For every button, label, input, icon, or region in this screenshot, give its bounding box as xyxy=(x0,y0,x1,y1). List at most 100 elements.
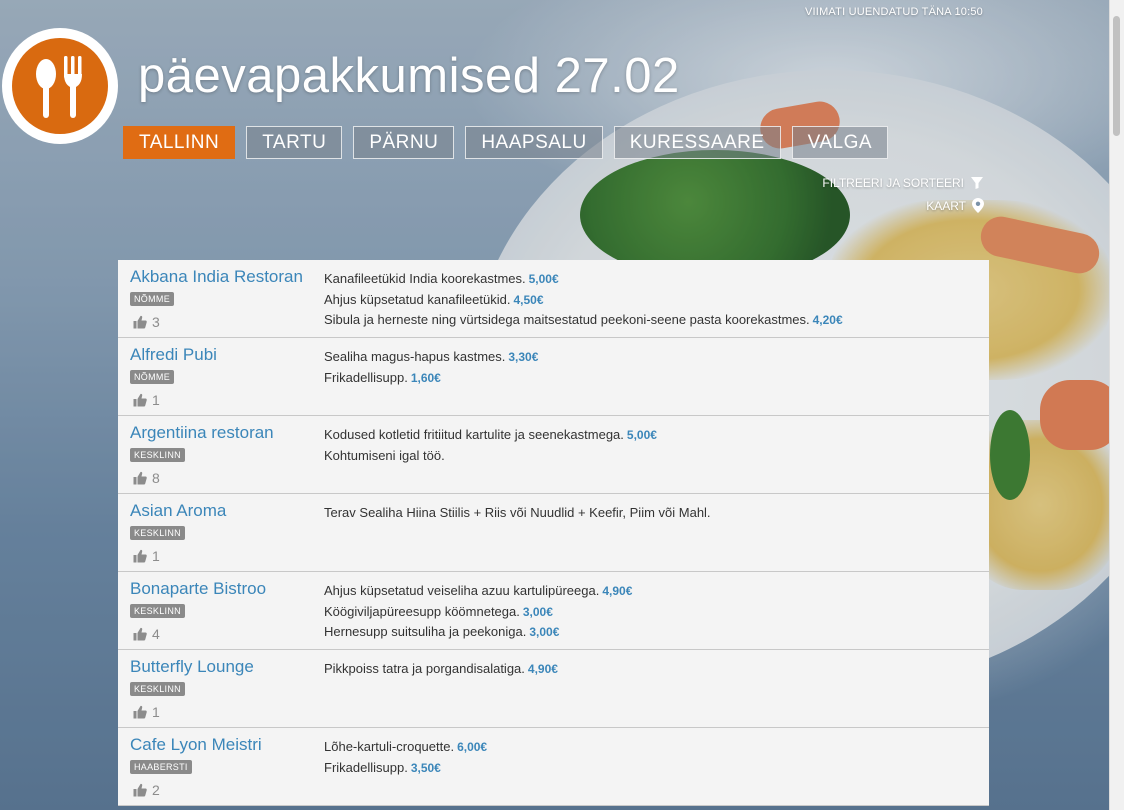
dish-list: Ahjus küpsetatud veiseliha azuu kartulip… xyxy=(324,581,632,643)
dish-price: 6,00€ xyxy=(457,740,488,754)
restaurant-list: Akbana India Restoran NÕMME 3 Kanafileet… xyxy=(118,260,989,806)
dish-text: Sealiha magus-hapus kastmes. xyxy=(324,349,506,364)
like-button[interactable]: 8 xyxy=(133,470,160,486)
restaurant-row: Akbana India Restoran NÕMME 3 Kanafileet… xyxy=(118,260,989,338)
restaurant-name[interactable]: Alfredi Pubi xyxy=(130,345,217,365)
dish-text: Ahjus küpsetatud kanafileetükid. xyxy=(324,291,511,307)
district-badge: KESKLINN xyxy=(130,448,185,462)
restaurant-row: Cafe Lyon Meistri HAABERSTI 2 Lõhe-kartu… xyxy=(118,728,989,806)
district-badge: KESKLINN xyxy=(130,604,185,618)
logo[interactable] xyxy=(2,28,118,144)
like-button[interactable]: 1 xyxy=(133,392,160,408)
restaurant-row: Argentiina restoran KESKLINN 8 Kodused k… xyxy=(118,416,989,494)
dish-list: Terav Sealiha Hiina Stiilis + Riis või N… xyxy=(324,503,711,523)
dish-item: Ahjus küpsetatud veiseliha azuu kartulip… xyxy=(324,581,632,602)
dish-item: Hernesupp suitsuliha ja peekoniga. 3,00€ xyxy=(324,622,632,643)
restaurant-name[interactable]: Cafe Lyon Meistri xyxy=(130,735,262,755)
dish-item: Köögiviljapüreesupp köömnetega. 3,00€ xyxy=(324,602,632,623)
dish-item: Sibula ja herneste ning vürtsidega maits… xyxy=(324,310,843,331)
dish-price: 4,90€ xyxy=(602,584,633,598)
dish-price: 1,60€ xyxy=(410,370,441,385)
dish-item: Kohtumiseni igal töö. xyxy=(324,446,657,466)
dish-text: Kanafileetükid India koorekastmes. xyxy=(324,271,526,286)
restaurant-name[interactable]: Argentiina restoran xyxy=(130,423,274,443)
dish-price: 5,00€ xyxy=(626,428,657,442)
dish-item: Frikadellisupp. 1,60€ xyxy=(324,368,538,389)
dish-text: Kohtumiseni igal töö. xyxy=(324,447,445,463)
like-count: 1 xyxy=(152,548,160,564)
restaurant-row: Asian Aroma KESKLINN 1 Terav Sealiha Hii… xyxy=(118,494,989,572)
thumbs-up-icon xyxy=(133,315,147,329)
dish-price: 4,90€ xyxy=(527,662,558,676)
dish-item: Sealiha magus-hapus kastmes. 3,30€ xyxy=(324,347,538,368)
dish-list: Lõhe-kartuli-croquette. 6,00€ Frikadellisu… xyxy=(324,737,487,778)
dish-text: Ahjus küpsetatud veiseliha azuu kartulip… xyxy=(324,583,600,598)
dish-list: Kodused kotletid fritiitud kartulite ja … xyxy=(324,425,657,465)
district-badge: KESKLINN xyxy=(130,526,185,540)
dish-text: Hernesupp suitsuliha ja peekoniga. xyxy=(324,624,527,639)
restaurant-name[interactable]: Asian Aroma xyxy=(130,501,226,521)
filter-sort-label: FILTREERI JA SORTEERI xyxy=(822,176,964,190)
like-button[interactable]: 1 xyxy=(133,704,160,720)
last-updated-text: VIIMATI UUENDATUD TÄNA 10:50 xyxy=(805,6,983,18)
map-pin-icon xyxy=(972,198,984,213)
like-count: 8 xyxy=(152,470,160,486)
dish-text: Lõhe-kartuli-croquette. xyxy=(324,739,455,754)
dish-text: Sibula ja herneste ning vürtsidega maits… xyxy=(324,312,810,327)
dish-item: Kodused kotletid fritiitud kartulite ja … xyxy=(324,425,657,446)
city-tab-parnu[interactable]: PÄRNU xyxy=(353,126,455,159)
dish-text: Terav Sealiha Hiina Stiilis + Riis või N… xyxy=(324,505,711,520)
restaurant-row: Butterfly Lounge KESKLINN 1 Pikkpoiss ta… xyxy=(118,650,989,728)
map-label: KAART xyxy=(926,198,966,213)
city-tab-kuressaare[interactable]: KURESSAARE xyxy=(613,126,781,159)
dish-text: Frikadellisupp. xyxy=(324,369,408,385)
dish-price: 5,00€ xyxy=(528,272,559,286)
dish-price: 3,00€ xyxy=(529,625,560,639)
map-link[interactable]: KAART xyxy=(926,198,984,213)
like-count: 1 xyxy=(152,704,160,720)
restaurant-name[interactable]: Bonaparte Bistroo xyxy=(130,579,266,599)
spoon-fork-icon xyxy=(36,56,82,118)
thumbs-up-icon xyxy=(133,783,147,797)
dish-price: 4,50€ xyxy=(513,292,544,307)
like-button[interactable]: 1 xyxy=(133,548,160,564)
like-button[interactable]: 3 xyxy=(133,314,160,330)
like-count: 3 xyxy=(152,314,160,330)
thumbs-up-icon xyxy=(133,471,147,485)
dish-list: Kanafileetükid India koorekastmes. 5,00€ A… xyxy=(324,269,843,331)
like-button[interactable]: 4 xyxy=(133,626,160,642)
restaurant-name[interactable]: Butterfly Lounge xyxy=(130,657,254,677)
restaurant-name[interactable]: Akbana India Restoran xyxy=(130,267,303,287)
city-tab-valga[interactable]: VALGA xyxy=(791,126,889,159)
dish-list: Sealiha magus-hapus kastmes. 3,30€ Frikade… xyxy=(324,347,538,388)
dish-text: Frikadellisupp. xyxy=(324,759,408,775)
thumbs-up-icon xyxy=(133,705,147,719)
dish-item: Lõhe-kartuli-croquette. 6,00€ xyxy=(324,737,487,758)
dish-item: Kanafileetükid India koorekastmes. 5,00€ xyxy=(324,269,843,290)
dish-text: Köögiviljapüreesupp köömnetega. xyxy=(324,603,520,619)
dish-list: Pikkpoiss tatra ja porgandisalatiga. 4,90… xyxy=(324,659,558,680)
dish-item: Frikadellisupp. 3,50€ xyxy=(324,758,487,779)
city-tab-tartu[interactable]: TARTU xyxy=(246,126,343,159)
district-badge: HAABERSTI xyxy=(130,760,192,774)
filter-sort-link[interactable]: FILTREERI JA SORTEERI xyxy=(822,176,984,190)
dish-price: 3,30€ xyxy=(508,350,539,364)
like-count: 2 xyxy=(152,782,160,798)
funnel-icon xyxy=(971,177,983,189)
like-count: 1 xyxy=(152,392,160,408)
dish-price: 4,20€ xyxy=(812,313,843,327)
city-tab-haapsalu[interactable]: HAAPSALU xyxy=(465,126,603,159)
like-button[interactable]: 2 xyxy=(133,782,160,798)
page-title: päevapakkumised 27.02 xyxy=(138,49,680,103)
district-badge: NÕMME xyxy=(130,370,174,384)
dish-price: 3,50€ xyxy=(410,760,441,775)
restaurant-row: Alfredi Pubi NÕMME 1 Sealiha magus-hapus… xyxy=(118,338,989,416)
like-count: 4 xyxy=(152,626,160,642)
city-tab-tallinn[interactable]: TALLINN xyxy=(123,126,236,159)
dish-item: Ahjus küpsetatud kanafileetükid. 4,50€ xyxy=(324,290,843,311)
scrollbar[interactable] xyxy=(1109,0,1124,810)
district-badge: KESKLINN xyxy=(130,682,185,696)
restaurant-row: Bonaparte Bistroo KESKLINN 4 Ahjus küpse… xyxy=(118,572,989,650)
scrollbar-thumb[interactable] xyxy=(1113,16,1120,136)
dish-text: Kodused kotletid fritiitud kartulite ja … xyxy=(324,427,624,442)
